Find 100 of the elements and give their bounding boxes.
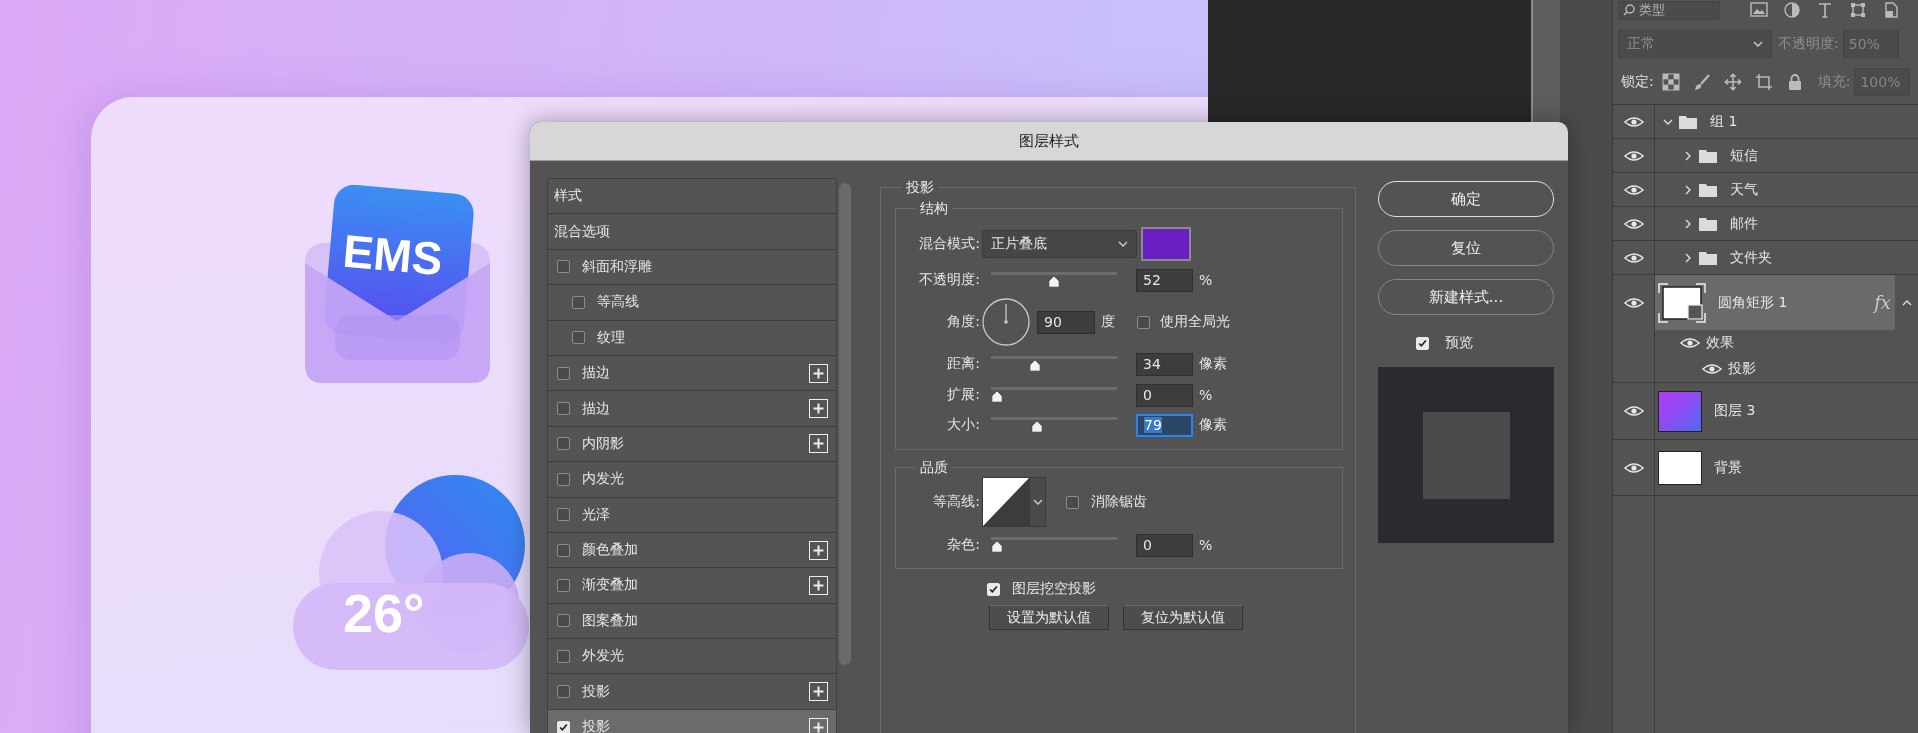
angle-dial[interactable] (982, 298, 1030, 346)
style-item[interactable]: 投影 (548, 709, 836, 733)
checkbox[interactable] (557, 614, 570, 628)
checkbox-label: 预览 (1445, 334, 1473, 352)
chevron-right-icon[interactable] (1683, 218, 1693, 229)
checkbox[interactable] (557, 260, 570, 274)
layer-item[interactable]: 背景 (1655, 440, 1895, 495)
checkbox[interactable] (557, 649, 570, 663)
add-button[interactable] (809, 682, 828, 702)
slider-thumb[interactable] (991, 540, 1003, 553)
contour-picker[interactable] (982, 477, 1046, 527)
eye-icon[interactable] (1623, 296, 1644, 309)
eye-icon[interactable] (1702, 363, 1722, 375)
search-icon (1623, 4, 1635, 16)
layer-item[interactable]: 文件夹 (1655, 241, 1895, 274)
layer-item[interactable]: 天气 (1655, 173, 1895, 206)
add-button[interactable] (809, 399, 828, 419)
unit-label: 像素 (1199, 355, 1227, 373)
slider-thumb[interactable] (991, 390, 1003, 403)
number-field[interactable]: 0 (1136, 533, 1193, 557)
add-button[interactable] (809, 576, 828, 595)
color-swatch[interactable] (1141, 227, 1191, 261)
slider-track[interactable] (991, 417, 1117, 433)
slider-track[interactable] (991, 272, 1117, 288)
slider-track[interactable] (991, 387, 1117, 403)
document-icon[interactable] (1882, 1, 1900, 19)
adjustment-icon[interactable] (1783, 1, 1801, 19)
checkbox[interactable] (557, 543, 570, 557)
fill-label: 填充: (1817, 73, 1851, 91)
move-icon[interactable] (1723, 73, 1742, 91)
blend-mode-dropdown[interactable]: 正片叠底 (982, 230, 1137, 258)
add-button[interactable] (809, 434, 828, 454)
folder-icon (1699, 216, 1717, 231)
number-field[interactable]: 34 (1136, 352, 1193, 376)
slider-thumb[interactable] (1048, 275, 1060, 288)
add-button[interactable] (809, 540, 828, 560)
default-button[interactable]: 复位为默认值 (1123, 605, 1243, 630)
field-label: 大小: (946, 416, 981, 434)
opacity-label: 不透明度: (1778, 35, 1839, 53)
slider-track[interactable] (991, 356, 1117, 372)
folder-icon (1699, 182, 1717, 197)
eye-icon[interactable] (1680, 337, 1700, 349)
layer-item[interactable]: 短信 (1655, 139, 1895, 172)
number-field[interactable]: 52 (1136, 268, 1193, 292)
add-button[interactable] (809, 717, 828, 733)
number-field[interactable]: 79 (1136, 413, 1193, 437)
checkbox[interactable] (557, 579, 570, 592)
checkbox[interactable] (1066, 495, 1079, 509)
effect-item[interactable]: 效果 (1706, 334, 1734, 352)
filter-dropdown[interactable]: 类型 (1618, 0, 1720, 20)
field-label: 距离: (946, 355, 981, 373)
field-label: 杂色: (946, 536, 981, 554)
brush-icon[interactable] (1692, 73, 1711, 91)
layer-item[interactable]: 邮件 (1655, 207, 1895, 240)
checkbox-label: 消除锯齿 (1091, 493, 1147, 511)
checkbox-label: 图层挖空投影 (1012, 580, 1096, 598)
crop-icon[interactable] (1754, 73, 1773, 91)
number-field[interactable]: 0 (1136, 383, 1193, 407)
eye-icon[interactable] (1623, 149, 1644, 162)
unit-label: % (1199, 537, 1213, 553)
folder-icon (1679, 114, 1697, 129)
layer-item[interactable]: 圆角矩形 1 fx (1655, 275, 1895, 330)
eye-icon[interactable] (1623, 217, 1644, 230)
eye-icon[interactable] (1623, 405, 1644, 417)
field-label: 不透明度: (918, 271, 981, 289)
layer-item[interactable]: 组 1 (1655, 105, 1895, 138)
checkbox[interactable] (557, 402, 570, 416)
chevron-right-icon[interactable] (1683, 184, 1693, 195)
eye-icon[interactable] (1623, 183, 1644, 196)
image-icon[interactable] (1750, 1, 1768, 19)
caret-icon[interactable] (1901, 299, 1912, 306)
shape-thumbnail (1658, 282, 1706, 323)
checkbox[interactable] (557, 437, 570, 451)
transform-icon[interactable] (1849, 1, 1867, 19)
chevron-right-icon[interactable] (1683, 252, 1693, 263)
slider-track[interactable] (991, 537, 1117, 553)
eye-icon[interactable] (1623, 461, 1644, 474)
checkbox[interactable] (557, 508, 570, 522)
checkbox[interactable] (572, 295, 585, 309)
checkerboard-icon[interactable] (1661, 73, 1680, 91)
dialog-title: 图层样式 (1019, 131, 1079, 151)
eye-icon[interactable] (1623, 115, 1644, 128)
layer-item[interactable]: 图层 3 (1655, 383, 1895, 439)
checkbox[interactable] (1137, 315, 1150, 329)
unit-label: % (1199, 387, 1213, 403)
lock-label: 锁定: (1621, 73, 1654, 91)
eye-icon[interactable] (1623, 251, 1644, 264)
chevron-right-icon[interactable] (1683, 150, 1693, 161)
layer-thumbnail (1658, 390, 1702, 432)
field-label: 角度: (946, 313, 981, 331)
add-button[interactable] (809, 363, 828, 383)
type-icon[interactable] (1816, 1, 1834, 19)
checkbox[interactable] (557, 366, 570, 380)
checkbox[interactable] (557, 685, 570, 699)
layer-thumbnail (1658, 450, 1702, 485)
number-field[interactable]: 90 (1037, 310, 1095, 334)
default-button[interactable]: 设置为默认值 (989, 605, 1109, 630)
checkbox[interactable] (557, 472, 570, 486)
effect-item[interactable]: 投影 (1728, 360, 1756, 378)
checkbox[interactable] (572, 331, 585, 345)
